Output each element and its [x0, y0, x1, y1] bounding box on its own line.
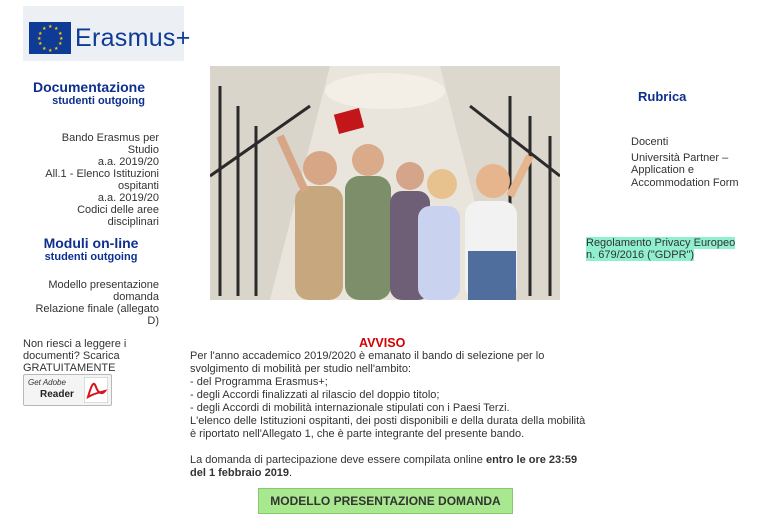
year-label: a.a. 2019/20	[97, 192, 159, 204]
documentazione-subtitle: studenti outgoing	[52, 95, 145, 107]
notice-paragraph: L'elenco delle Istituzioni ospitanti, de…	[190, 415, 586, 440]
notice-body: Per l'anno accademico 2019/2020 è emanat…	[190, 350, 590, 480]
year-label: a.a. 2019/20	[97, 156, 159, 168]
right-links: Docenti Università Partner – Application…	[631, 136, 751, 189]
codici-aree-link[interactable]: Codici delle aree disciplinari	[77, 204, 159, 228]
reader-badge-name: Reader	[40, 389, 74, 400]
deadline-suffix: .	[289, 467, 293, 479]
reader-note: Non riesci a leggere i documenti? Scaric…	[23, 338, 127, 374]
documentazione-title: Documentazione	[32, 79, 145, 95]
documentazione-heading: Documentazione studenti outgoing	[23, 80, 145, 108]
privacy-regulation-link[interactable]: Regolamento Privacy Europeo n. 679/2016 …	[586, 237, 738, 261]
relazione-finale-link[interactable]: Relazione finale (allegato D)	[35, 303, 159, 327]
erasmus-logo[interactable]: ★ ★ ★ ★ ★ ★ ★ ★ ★ ★ ★ ★ Erasmus+	[23, 6, 190, 61]
rubrica-heading: Rubrica	[638, 89, 687, 104]
deadline-prefix: La domanda di partecipazione deve essere…	[190, 454, 486, 466]
documentazione-links: Bando Erasmus per Studio a.a. 2019/20 Al…	[40, 132, 159, 228]
notice-bullet: - del Programma Erasmus+;	[190, 376, 328, 388]
bando-erasmus-link[interactable]: Bando Erasmus per Studio	[62, 132, 159, 156]
eu-flag-icon: ★ ★ ★ ★ ★ ★ ★ ★ ★ ★ ★ ★	[29, 22, 71, 54]
notice-bullet: - degli Accordi di mobilità internaziona…	[190, 402, 510, 414]
moduli-title: Moduli on-line	[43, 235, 139, 251]
notice-title: AVVISO	[359, 336, 406, 350]
notice-bullet: - degli Accordi finalizzati al rilascio …	[190, 389, 440, 401]
get-adobe-reader-button[interactable]: Get Adobe Reader	[23, 374, 112, 406]
students-photo	[210, 66, 560, 300]
logo-text: Erasmus+	[75, 24, 191, 52]
notice-deadline: La domanda di partecipazione deve essere…	[190, 454, 590, 480]
moduli-heading: Moduli on-line studenti outgoing	[23, 236, 159, 264]
moduli-subtitle: studenti outgoing	[44, 251, 138, 263]
universita-partner-link[interactable]: Università Partner – Application e Accom…	[631, 152, 739, 189]
adobe-reader-icon	[84, 377, 108, 403]
modello-presentazione-button[interactable]: MODELLO PRESENTAZIONE DOMANDA	[258, 488, 513, 514]
modello-presentazione-link[interactable]: Modello presentazione domanda	[48, 279, 159, 303]
elenco-istituzioni-link[interactable]: All.1 - Elenco Istituzioni ospitanti	[45, 168, 159, 192]
notice-paragraph: Per l'anno accademico 2019/2020 è emanat…	[190, 350, 545, 375]
moduli-links: Modello presentazione domanda Relazione …	[30, 279, 159, 327]
reader-badge-get: Get Adobe	[28, 378, 66, 387]
privacy-regulation-text: Regolamento Privacy Europeo n. 679/2016 …	[586, 237, 736, 261]
docenti-link[interactable]: Docenti	[631, 136, 668, 148]
